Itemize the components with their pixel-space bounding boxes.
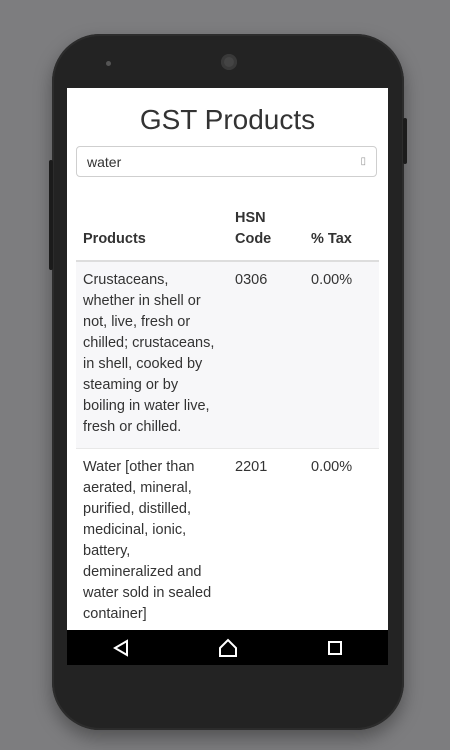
app-screen: GST Products water ▯ Products HSN Code %… <box>67 88 388 665</box>
volume-button <box>49 160 53 270</box>
search-icon[interactable]: ▯ <box>360 156 366 167</box>
home-icon[interactable] <box>208 633 248 663</box>
product-name: Water [other than aerated, mineral, puri… <box>76 448 228 636</box>
header-tax: % Tax <box>304 200 379 262</box>
hsn-code: 2201 <box>228 448 304 636</box>
power-button <box>403 118 407 164</box>
page-title: GST Products <box>139 104 316 135</box>
product-name: Crustaceans, whether in shell or not, li… <box>76 261 228 449</box>
front-camera <box>221 54 237 70</box>
products-table: Products HSN Code % Tax Crustaceans, whe… <box>76 200 379 636</box>
search-input-value[interactable]: water <box>87 154 121 170</box>
tax-rate: 0.00% <box>304 448 379 636</box>
tax-rate: 0.00% <box>304 261 379 449</box>
table-row[interactable]: Crustaceans, whether in shell or not, li… <box>76 261 379 449</box>
table-header-row: Products HSN Code % Tax <box>76 200 379 262</box>
search-input[interactable]: water ▯ <box>76 146 377 177</box>
table-row[interactable]: Water [other than aerated, mineral, puri… <box>76 448 379 636</box>
sensor-dot <box>106 61 111 66</box>
hsn-code: 0306 <box>228 261 304 449</box>
system-navigation-bar <box>67 630 388 665</box>
back-icon[interactable] <box>101 633 141 663</box>
header-hsn-code: HSN Code <box>228 200 304 262</box>
header-products: Products <box>76 200 228 262</box>
recents-icon[interactable] <box>315 633 355 663</box>
